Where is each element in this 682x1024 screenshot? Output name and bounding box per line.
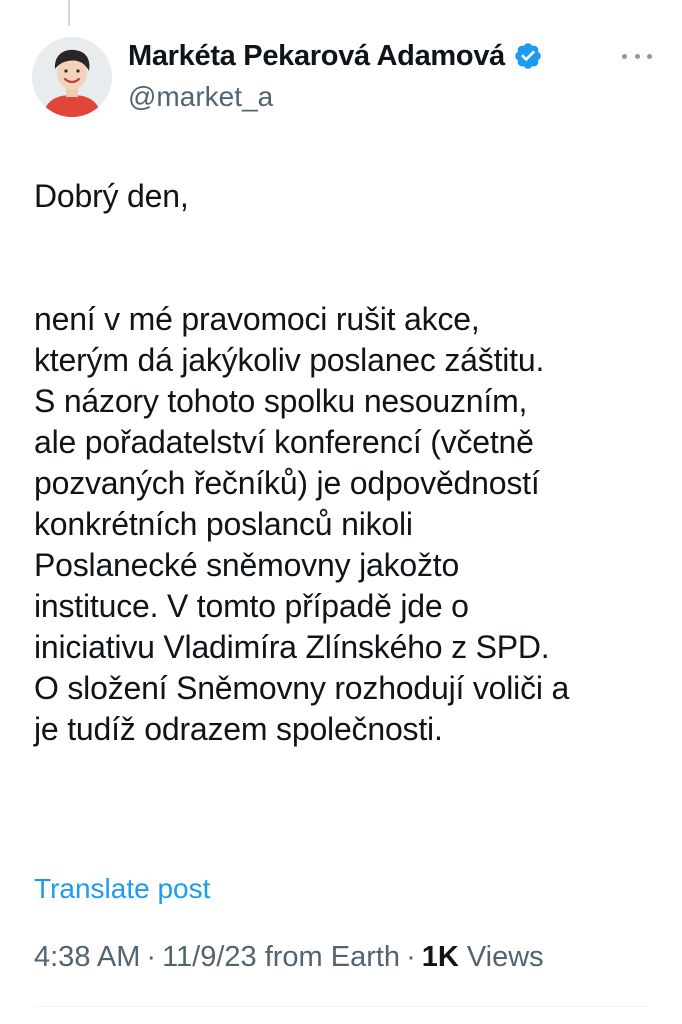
- meta-separator: ·: [146, 941, 157, 973]
- tweet-meta: 4:38 AM · 11/9/23 from Earth · 1K Views: [34, 941, 544, 974]
- tweet-line: iniciativu Vladimíra Zlínského z SPD.: [34, 629, 550, 665]
- more-dot: [634, 53, 640, 59]
- tweet-line: S názory tohoto spolku nesouzním,: [34, 383, 528, 419]
- views-label: Views: [466, 941, 544, 973]
- tweet-line: Poslanecké sněmovny jakožto: [34, 547, 460, 583]
- tweet-line: ale pořadatelství konferencí (včetně: [34, 424, 534, 460]
- author-info: Markéta Pekarová Adamová @market_a: [128, 36, 648, 114]
- more-options-icon[interactable]: [622, 44, 652, 68]
- tweet-line: konkrétních poslanců nikoli: [34, 506, 413, 542]
- tweet-text: Dobrý den, není v mé pravomoci rušit akc…: [34, 176, 664, 750]
- views-count[interactable]: 1K: [422, 941, 459, 974]
- tweet-line: instituce. V tomto případě jde o: [34, 588, 469, 624]
- translate-post-link[interactable]: Translate post: [34, 873, 210, 905]
- tweet-line: pozvaných řečníků) je odpovědností: [34, 465, 540, 501]
- tweet-line: je tudíž odrazem společnosti.: [34, 711, 443, 747]
- post-source: from Earth: [264, 941, 401, 973]
- name-row: Markéta Pekarová Adamová: [128, 36, 648, 76]
- verified-badge-icon[interactable]: [513, 41, 543, 71]
- thread-connector-line: [68, 0, 70, 26]
- user-handle[interactable]: @market_a: [128, 80, 648, 114]
- meta-separator: ·: [406, 941, 416, 973]
- tweet-line: O složení Sněmovny rozhodují voliči a: [34, 670, 570, 706]
- tweet-line: Dobrý den,: [34, 178, 189, 214]
- tweet-line: není v mé pravomoci rušit akce,: [34, 301, 480, 337]
- post-time[interactable]: 4:38 AM: [34, 941, 140, 974]
- post-date[interactable]: 11/9/23: [162, 941, 257, 974]
- avatar[interactable]: [32, 37, 112, 117]
- more-dot: [622, 53, 627, 59]
- more-dot: [647, 53, 652, 59]
- divider: [34, 1006, 648, 1007]
- profile-photo-icon: [32, 37, 112, 117]
- tweet-line: kterým dá jakýkoliv poslanec záštitu.: [34, 342, 545, 378]
- display-name[interactable]: Markéta Pekarová Adamová: [128, 40, 505, 73]
